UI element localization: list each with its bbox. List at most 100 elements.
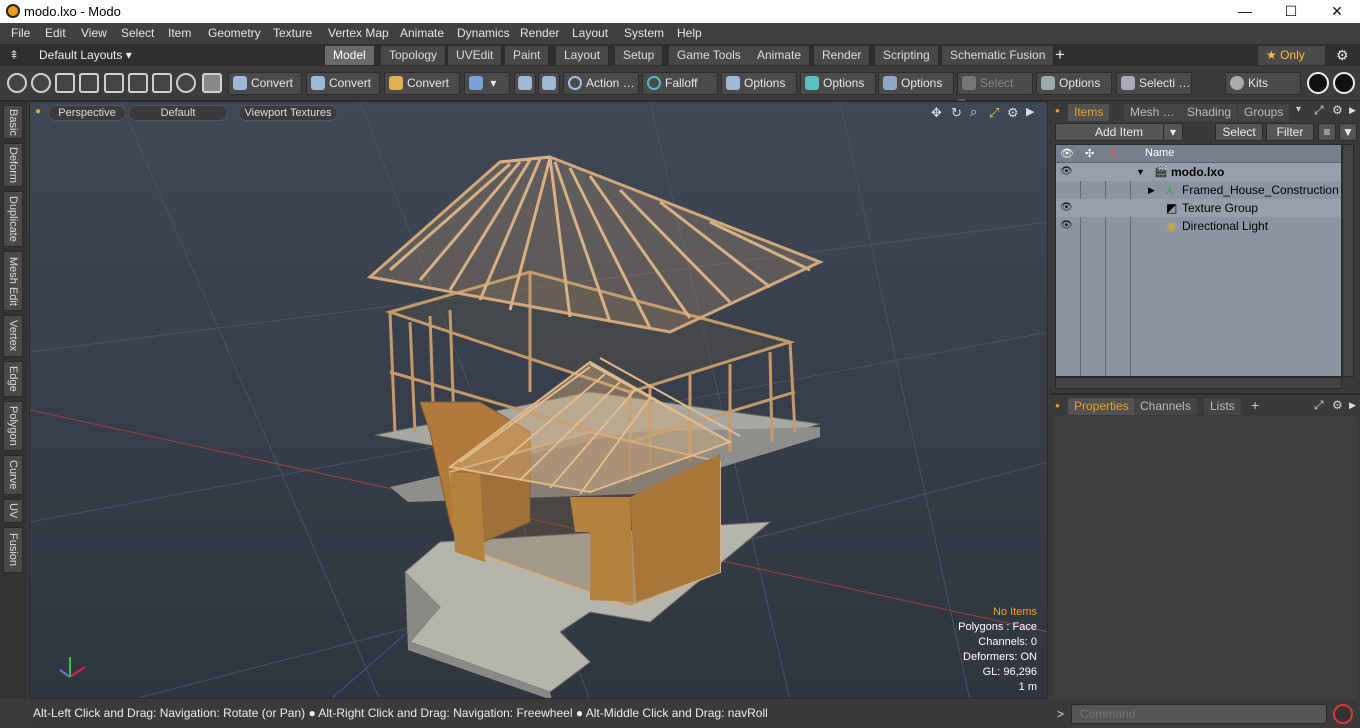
filter-funnel-icon[interactable]: ▼ [1339, 123, 1357, 141]
command-input[interactable] [1071, 704, 1327, 724]
zoom-icon[interactable]: ⌕ [970, 104, 977, 120]
menu-dynamics[interactable]: Dynamics [457, 26, 510, 40]
tab-uvedit[interactable]: UVEdit [448, 46, 503, 65]
shield-button-1[interactable] [514, 72, 536, 95]
menu-vertex-map[interactable]: Vertex Map [328, 26, 389, 40]
panel-settings-icon[interactable]: ⚙ [1332, 103, 1343, 117]
tab-shading[interactable]: Shading [1181, 104, 1238, 121]
3d-viewport[interactable]: ● Perspective Default Viewport Textures … [29, 101, 1048, 699]
record-icon[interactable] [1333, 704, 1353, 724]
tree-row-light[interactable]: 👁 ◉ Directional Light [1056, 217, 1341, 235]
tab-properties[interactable]: Properties [1068, 398, 1135, 415]
menu-select[interactable]: Select [121, 26, 154, 40]
pen-icon[interactable] [55, 73, 75, 93]
tab-model[interactable]: Model [325, 46, 375, 65]
menu-layout[interactable]: Layout [572, 26, 608, 40]
globe-icon[interactable] [31, 73, 51, 93]
pan-icon[interactable]: ✥ [931, 105, 942, 121]
collapse-icon[interactable]: ⇞ [9, 48, 19, 62]
shield-button-2[interactable] [538, 72, 560, 95]
tree-row-mesh[interactable]: ▶ ⅄ Framed_House_Construction [1056, 181, 1341, 199]
tab-paint[interactable]: Paint [505, 46, 550, 65]
menu-render[interactable]: Render [520, 26, 559, 40]
convert-button-3[interactable]: Convert [384, 72, 460, 95]
options-button-2[interactable]: Options [800, 72, 876, 95]
eye-icon[interactable]: 👁 [1060, 166, 1073, 178]
vtab-duplicate[interactable]: Duplicate [3, 191, 23, 247]
menu-system[interactable]: System [624, 26, 664, 40]
options-button-3[interactable]: Options [878, 72, 954, 95]
props-expand-icon[interactable]: ▶ [1349, 400, 1356, 411]
add-props-tab-button[interactable]: + [1251, 397, 1259, 413]
tab-items[interactable]: Items [1068, 104, 1110, 121]
menu-help[interactable]: Help [677, 26, 702, 40]
view-cube-dropdown[interactable]: ▾ [464, 72, 510, 95]
maximize-button[interactable]: ☐ [1268, 0, 1314, 23]
expand-triangle-icon[interactable]: ▼ [1136, 163, 1145, 181]
options-button-4[interactable]: Options [1036, 72, 1112, 95]
fit-icon[interactable]: ⤢ [989, 105, 999, 121]
expand-arrow-icon[interactable]: ▶ [1026, 105, 1034, 118]
menu-geometry[interactable]: Geometry [208, 26, 261, 40]
maximize-panel-icon[interactable]: ⤢ [1314, 103, 1324, 118]
tab-lists[interactable]: Lists [1204, 398, 1241, 415]
select-through-button[interactable]: Select T… [957, 72, 1033, 111]
unreal-icon[interactable] [1333, 72, 1355, 94]
add-item-dropdown-icon[interactable]: ▾ [1163, 123, 1183, 141]
convert-button-1[interactable]: Convert [228, 72, 302, 95]
rotate-icon[interactable]: ↻ [951, 105, 962, 121]
collapse-triangle-icon[interactable]: ▶ [1148, 181, 1155, 199]
gear-icon[interactable]: ⚙ [1336, 47, 1349, 64]
unity-icon[interactable] [1307, 72, 1329, 94]
select-sphere-icon[interactable] [7, 73, 27, 93]
settings-icon[interactable]: ⚙ [1007, 105, 1019, 121]
vtab-uv[interactable]: UV [3, 499, 23, 523]
circle-icon[interactable] [176, 73, 196, 93]
filter-button[interactable]: Filter [1266, 123, 1314, 141]
tab-layout[interactable]: Layout [556, 46, 610, 65]
panel-expand-icon[interactable]: ▶ [1349, 105, 1356, 116]
menu-file[interactable]: File [11, 26, 30, 40]
tree-row-scene[interactable]: 👁 ▼ 🎬 modo.lxo [1056, 163, 1341, 181]
options-button-1[interactable]: Options [721, 72, 797, 95]
brush-icon[interactable] [79, 73, 99, 93]
props-menu-dot-icon[interactable]: ● [1055, 401, 1060, 410]
selection-button[interactable]: Selecti … [1116, 72, 1192, 95]
vtab-basic[interactable]: Basic [3, 105, 23, 139]
tab-animate[interactable]: Animate [749, 46, 811, 65]
tree-horizontal-scrollbar[interactable] [1055, 377, 1342, 389]
action-center-button[interactable]: Action … [563, 72, 639, 95]
tab-topology[interactable]: Topology [381, 46, 447, 65]
eye-icon[interactable]: 👁 [1060, 220, 1073, 232]
menu-animate[interactable]: Animate [400, 26, 444, 40]
menu-edit[interactable]: Edit [45, 26, 66, 40]
minimize-button[interactable]: — [1222, 0, 1268, 23]
vtab-edge[interactable]: Edge [3, 361, 23, 397]
tab-setup[interactable]: Setup [615, 46, 664, 65]
tab-render[interactable]: Render [814, 46, 871, 65]
vtab-polygon[interactable]: Polygon [3, 401, 23, 451]
tab-schematic-fusion[interactable]: Schematic Fusion [942, 46, 1055, 65]
view-mode-dropdown[interactable]: Perspective [48, 105, 126, 121]
layouts-dropdown[interactable]: Default Layouts ▾ [39, 48, 132, 62]
cube-icon[interactable] [202, 73, 222, 93]
tab-groups[interactable]: Groups [1238, 104, 1290, 121]
vtab-mesh-edit[interactable]: Mesh Edit [3, 251, 23, 311]
kits-button[interactable]: Kits [1225, 72, 1301, 95]
vtab-vertex[interactable]: Vertex [3, 315, 23, 357]
vtab-fusion[interactable]: Fusion [3, 527, 23, 573]
falloff-button[interactable]: Falloff [642, 72, 718, 95]
eye-icon[interactable]: 👁 [1060, 202, 1073, 214]
menu-texture[interactable]: Texture [273, 26, 312, 40]
square-icon[interactable] [152, 73, 172, 93]
list-options-icon[interactable]: ≡ [1318, 123, 1336, 141]
vtab-deform[interactable]: Deform [3, 143, 23, 187]
vtab-curve[interactable]: Curve [3, 455, 23, 495]
tab-scripting[interactable]: Scripting [875, 46, 939, 65]
convert-button-2[interactable]: Convert [306, 72, 380, 95]
shading-dropdown[interactable]: Default [128, 105, 228, 121]
tree-row-texture-group[interactable]: 👁 ◩ Texture Group [1056, 199, 1341, 217]
menu-item[interactable]: Item [168, 26, 191, 40]
panel-divider[interactable] [1050, 393, 1360, 395]
viewport-menu-dot-icon[interactable]: ● [35, 106, 41, 117]
